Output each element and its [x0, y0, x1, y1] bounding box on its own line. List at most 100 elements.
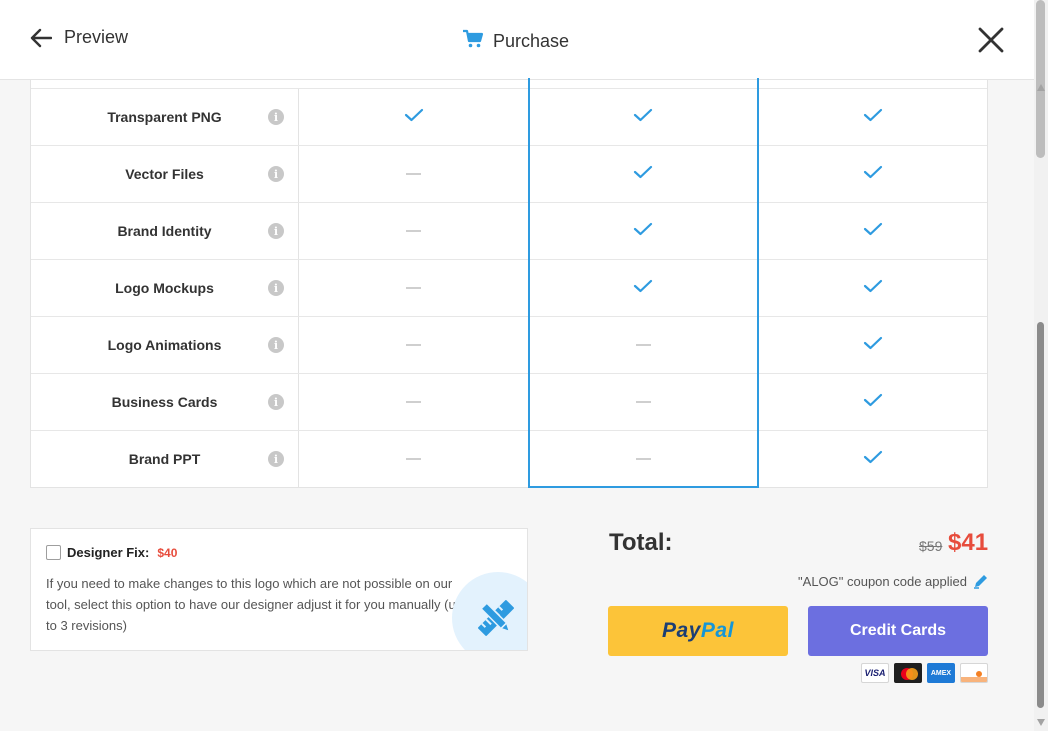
- dash-icon: [406, 344, 421, 346]
- check-icon: [863, 393, 883, 412]
- designer-fix-label[interactable]: Designer Fix:: [67, 545, 149, 560]
- check-icon: [863, 222, 883, 241]
- feature-name: Logo Animations: [107, 337, 222, 353]
- plan-cell: [299, 260, 528, 316]
- check-icon: [863, 279, 883, 298]
- info-icon[interactable]: i: [268, 223, 284, 239]
- plan-cell: [528, 431, 758, 487]
- paypal-button[interactable]: Pay Pal: [608, 606, 788, 656]
- discover-icon: [960, 663, 988, 683]
- feature-name: Brand Identity: [117, 223, 212, 239]
- table-row: Brand PPT i: [31, 430, 987, 487]
- info-icon[interactable]: i: [268, 166, 284, 182]
- feature-name: Logo Mockups: [115, 280, 214, 296]
- discounted-price: $41: [948, 529, 989, 556]
- plan-cell: [528, 374, 758, 430]
- coupon-applied-text: "ALOG" coupon code applied: [798, 574, 967, 589]
- feature-name-cell: Logo Animations i: [31, 317, 299, 373]
- table-row: Brand Identity i: [31, 202, 987, 259]
- arrow-left-icon: [30, 28, 52, 48]
- table-row: Logo Animations i: [31, 316, 987, 373]
- feature-name-cell: Logo Mockups i: [31, 260, 299, 316]
- total-label: Total:: [609, 529, 673, 556]
- feature-name-cell: Transparent PNG i: [31, 89, 299, 145]
- dash-icon: [635, 401, 651, 403]
- feature-name: Vector Files: [125, 166, 204, 182]
- check-icon: [633, 108, 653, 127]
- dash-icon: [406, 401, 421, 403]
- edit-coupon-button[interactable]: [973, 573, 989, 594]
- plan-cell: [528, 317, 758, 373]
- check-icon: [633, 222, 653, 241]
- info-icon[interactable]: i: [268, 337, 284, 353]
- paypal-logo-pay: Pay: [662, 619, 701, 642]
- dash-icon: [406, 230, 421, 232]
- feature-name: Transparent PNG: [107, 109, 222, 125]
- scroll-down-arrow-icon[interactable]: [1037, 719, 1045, 726]
- scroll-up-arrow-icon[interactable]: [1037, 84, 1045, 91]
- check-icon: [633, 279, 653, 298]
- check-icon: [863, 108, 883, 127]
- amex-icon: AMEX: [927, 663, 955, 683]
- visa-icon: VISA: [861, 663, 889, 683]
- dash-icon: [635, 344, 651, 346]
- feature-comparison-table: Transparent PNG i Vector Files i Brand Ident…: [30, 78, 988, 488]
- top-bar: Preview Purchase: [0, 0, 1034, 80]
- check-icon: [863, 450, 883, 469]
- plan-cell: [528, 203, 758, 259]
- close-icon: [976, 25, 1006, 60]
- table-row: Vector Files i: [31, 145, 987, 202]
- plan-cell: [528, 146, 758, 202]
- plan-cell: [528, 260, 758, 316]
- dash-icon: [406, 458, 421, 460]
- check-icon: [863, 165, 883, 184]
- original-price: $59: [919, 538, 943, 554]
- info-icon[interactable]: i: [268, 394, 284, 410]
- plan-cell: [299, 89, 528, 145]
- close-button[interactable]: [976, 25, 1006, 60]
- feature-name-cell: Vector Files i: [31, 146, 299, 202]
- scrollbar-thumb-outer[interactable]: [1036, 0, 1045, 158]
- feature-name: Business Cards: [111, 394, 218, 410]
- check-icon: [404, 108, 424, 127]
- feature-name-cell: Brand PPT i: [31, 431, 299, 487]
- cart-icon: [462, 29, 484, 54]
- plan-cell: [758, 431, 987, 487]
- vertical-scrollbar[interactable]: [1034, 0, 1048, 731]
- feature-name-cell: Business Cards i: [31, 374, 299, 430]
- feature-name-cell: Brand Identity i: [31, 203, 299, 259]
- pencil-icon: [973, 573, 989, 594]
- designer-fix-checkbox[interactable]: [46, 545, 61, 560]
- paypal-logo-pal: Pal: [700, 619, 734, 642]
- plan-cell: [758, 317, 987, 373]
- designer-fix-description: If you need to make changes to this logo…: [46, 576, 463, 633]
- plan-cell: [299, 317, 528, 373]
- plan-cell: [758, 89, 987, 145]
- info-icon[interactable]: i: [268, 451, 284, 467]
- table-row: Business Cards i: [31, 373, 987, 430]
- plan-cell: [299, 203, 528, 259]
- back-label: Preview: [64, 27, 129, 47]
- check-icon: [633, 165, 653, 184]
- dash-icon: [406, 173, 421, 175]
- page-title-text: Purchase: [493, 31, 570, 51]
- plan-cell: [299, 431, 528, 487]
- plan-cell: [299, 146, 528, 202]
- dash-icon: [406, 287, 421, 289]
- plan-cell: [299, 374, 528, 430]
- table-row: Logo Mockups i: [31, 259, 987, 316]
- dash-icon: [635, 458, 651, 460]
- designer-fix-option[interactable]: Designer Fix: $40 If you need to make ch…: [30, 528, 528, 651]
- plan-cell: [758, 260, 987, 316]
- back-to-preview-button[interactable]: Preview: [30, 27, 128, 48]
- plan-cell: [528, 89, 758, 145]
- mastercard-icon: [894, 663, 922, 683]
- accepted-cards: VISA AMEX: [861, 663, 988, 683]
- plan-cell: [758, 203, 987, 259]
- scrollbar-thumb[interactable]: [1037, 322, 1044, 708]
- credit-cards-button[interactable]: Credit Cards: [808, 606, 988, 656]
- plan-cell: [758, 374, 987, 430]
- info-icon[interactable]: i: [268, 109, 284, 125]
- check-icon: [863, 336, 883, 355]
- info-icon[interactable]: i: [268, 280, 284, 296]
